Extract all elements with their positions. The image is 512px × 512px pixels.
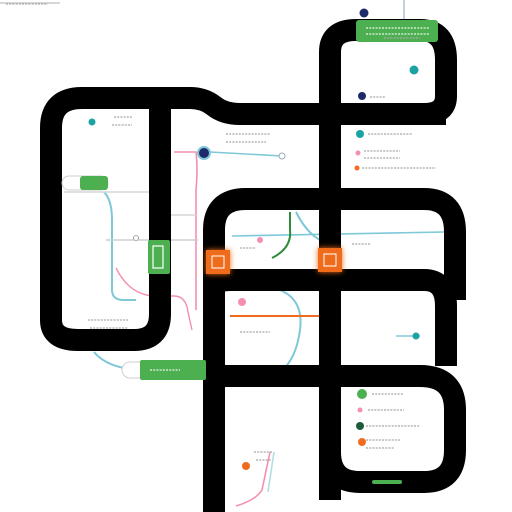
station-orange-icon: [242, 462, 250, 470]
pill-top-green: [356, 20, 438, 42]
label-left-1: [112, 116, 132, 126]
interchange-glow-icon: [318, 248, 342, 272]
station-pink-icon: [238, 298, 246, 306]
station-teal-icon: [133, 235, 139, 241]
station-orange-icon: [354, 165, 360, 171]
line-pink-bottom: [235, 451, 271, 507]
label-right-1: [368, 393, 404, 411]
line-teal-mid-down: [295, 211, 321, 241]
pill-left-upper-green: [80, 176, 108, 190]
label-right-3: [366, 439, 400, 449]
station-dots: [88, 8, 420, 470]
station-teal-icon: [356, 130, 364, 138]
track-bottom-bar: [214, 365, 466, 493]
station-pink-icon: [355, 150, 361, 156]
line-gray-left: [64, 191, 196, 216]
pill-green-vertical: [148, 240, 170, 274]
interchange-glow-icon: [206, 250, 230, 274]
station-darkgreen-icon: [356, 422, 364, 430]
line-teal-left: [103, 191, 136, 301]
station-navy-icon: [359, 8, 369, 18]
transit-map-diagram: [0, 0, 466, 512]
station-teal-icon: [409, 65, 419, 75]
station-teal-icon: [412, 332, 420, 340]
station-navy-icon: [197, 146, 211, 160]
station-navy-icon: [358, 92, 366, 100]
station-green-icon: [357, 389, 367, 399]
label-left-bottom: [88, 319, 128, 329]
line-teal-center: [209, 151, 283, 157]
station-teal-icon: [88, 118, 96, 126]
station-orange-icon: [358, 438, 366, 446]
track-top-right: [319, 19, 457, 500]
line-teal-mid-curve: [279, 289, 302, 373]
station-teal-icon: [278, 152, 286, 160]
label-legend-1: [226, 133, 270, 143]
station-pink-icon: [357, 407, 363, 413]
line-pink-center: [174, 151, 198, 310]
pill-bottom-right: [372, 480, 402, 484]
station-pink-icon: [257, 237, 263, 243]
track-left-inner: [40, 98, 171, 351]
label-legend-3: [362, 150, 436, 169]
